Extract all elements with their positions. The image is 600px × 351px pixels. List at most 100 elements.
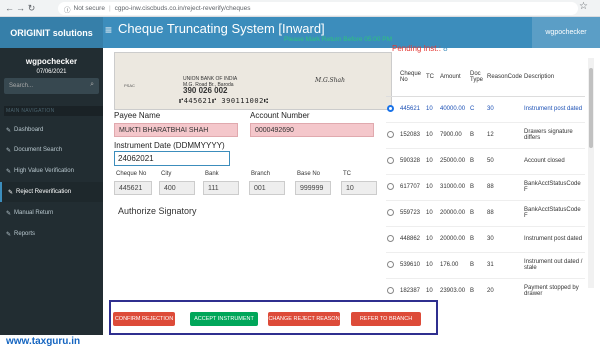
secure-label: Not secure [73,5,105,12]
radio-button-selected[interactable] [387,104,394,112]
tc-field: 10 [341,181,377,195]
notice-text: Please Mark Return Before 05:00 PM [284,36,393,43]
edit-icon: ✎ [8,189,14,196]
cell-doc: B [469,251,486,278]
table-header: Doc Type [469,58,486,97]
table-row[interactable]: 445621 10 40000.00 C 30 Instrument post … [386,95,585,122]
row-select[interactable] [386,173,399,200]
cell-desc: BankAcctStatusCode F [523,199,585,226]
table-row[interactable]: 590328 10 25000.00 B 50 Account closed [386,147,585,174]
refer-to-branch-button[interactable]: REFER TO BRANCH [351,312,421,326]
row-select[interactable] [386,251,399,278]
scrollbar-thumb[interactable] [589,68,593,148]
cell-doc: B [469,199,486,226]
row-select[interactable] [386,121,399,148]
search-placeholder: Search... [9,83,34,89]
sidebar-item-reports[interactable]: ✎ Reports [0,224,103,244]
cell-doc: C [469,95,486,122]
table-row[interactable]: 448862 10 20000.00 B 30 Instrument post … [386,225,585,252]
arrow-left-icon[interactable]: ← [4,3,15,13]
cell-code: 31 [486,251,524,278]
radio-button[interactable] [387,156,394,164]
edit-icon: ✎ [6,147,12,154]
cell-tc: 10 [425,199,439,226]
url-text: cgpo-inw.ciscbuds.co.in/reject-reverify/… [114,5,251,12]
row-select[interactable] [386,225,399,252]
cell-amount: 40000.00 [439,95,469,122]
nav-section-header: MAIN NAVIGATION [4,106,103,116]
table-row[interactable]: 559723 10 20000.00 B 88 BankAcctStatusCo… [386,199,585,226]
cell-cheque: 559723 [399,199,425,226]
sidebar-item-document-search[interactable]: ✎ Document Search [0,140,103,160]
sidebar-item-high-value[interactable]: ✎ High Value Verification [0,161,103,181]
star-icon[interactable]: ☆ [579,1,588,12]
table-row[interactable]: 617707 10 31000.00 B 88 BankAcctStatusCo… [386,173,585,200]
base-no-field: 999999 [295,181,331,195]
tc-label: TC [343,171,351,177]
sidebar-item-label: High Value Verification [14,168,74,174]
info-icon: ⓘ [64,6,71,14]
cheque-no-label: Cheque No [116,171,147,177]
city-field: 400 [159,181,195,195]
cell-tc: 10 [425,121,439,148]
cheque-image: PSAC UNION BANK OF INDIA M.G. Road Br., … [114,52,392,110]
sidebar-item-reject-reverification[interactable]: ✎ Reject Reverification [0,182,103,202]
cell-cheque: 448862 [399,225,425,252]
radio-button[interactable] [387,260,394,268]
row-select[interactable] [386,199,399,226]
browser-toolbar: ← → ↻ ⓘ Not secure | cgpo-inw.ciscbuds.c… [0,0,600,17]
table-scrollbar[interactable] [588,58,594,288]
arrow-right-icon[interactable]: → [15,3,26,13]
cheque-signature: M.G.Shah [315,77,345,84]
payee-field[interactable]: MUKTI BHARATBHAI SHAH [114,123,238,137]
accept-instrument-button[interactable]: ACCEPT INSTRUMENT [190,312,258,326]
radio-button[interactable] [387,234,394,242]
cell-doc: B [469,173,486,200]
cell-amount: 7900.00 [439,121,469,148]
radio-button[interactable] [387,182,394,190]
cell-desc: Instrument post dated [523,95,585,122]
table-header: Cheque No [399,58,425,97]
user-menu-button[interactable]: wgpochecker [532,17,600,48]
edit-icon: ✎ [6,127,12,134]
cell-cheque: 617707 [399,173,425,200]
pending-table: Cheque No TC Amount Doc Type ReasonCode … [386,58,585,304]
table-row[interactable]: 152083 10 7900.00 B 12 Drawers signature… [386,121,585,148]
search-icon[interactable]: ⌕ [90,81,94,89]
address-bar[interactable]: ⓘ Not secure | cgpo-inw.ciscbuds.co.in/r… [58,2,578,15]
cell-desc: Account closed [523,147,585,174]
cell-doc: B [469,277,486,304]
sidebar-username: wgpochecker [25,57,78,66]
sidebar-item-label: Dashboard [14,127,44,133]
table-row[interactable]: 539610 10 176.00 B 31 Instrument out dat… [386,251,585,278]
pending-number: 8 [443,44,448,53]
cell-amount: 23903.00 [439,277,469,304]
account-field[interactable]: 0000492690 [250,123,374,137]
row-select[interactable] [386,95,399,122]
brand-logo[interactable]: ORIGINIT solutions [0,17,103,48]
sidebar-item-manual-return[interactable]: ✎ Manual Return [0,203,103,223]
city-label: City [161,171,172,177]
row-select[interactable] [386,147,399,174]
pending-count: Pending Inst.: 8 [392,44,448,53]
cell-tc: 10 [425,147,439,174]
branch-label: Branch [251,171,271,177]
reload-icon[interactable]: ↻ [26,3,37,14]
table-header-select [386,58,399,97]
account-label: Account Number [250,111,310,120]
radio-button[interactable] [387,208,394,216]
cell-desc: Drawers signature differs [523,121,585,148]
instrument-date-input[interactable]: 24062021 [114,151,230,166]
confirm-rejection-button[interactable]: CONFIRM REJECTION [113,312,175,326]
date-label: Instrument Date (DDMMYYYY) [114,141,225,150]
page-title: Cheque Truncating System [Inward] [118,21,325,36]
cell-amount: 20000.00 [439,199,469,226]
radio-button[interactable] [387,130,394,138]
hamburger-icon[interactable]: ≡ [105,23,112,37]
radio-button[interactable] [387,286,394,294]
table-header: Description [523,58,585,97]
branch-field: 001 [249,181,285,195]
search-input[interactable]: Search... ⌕ [4,78,99,94]
change-reject-reason-button[interactable]: CHANGE REJECT REASON [268,312,340,326]
sidebar-item-dashboard[interactable]: ✎ Dashboard [0,120,103,140]
